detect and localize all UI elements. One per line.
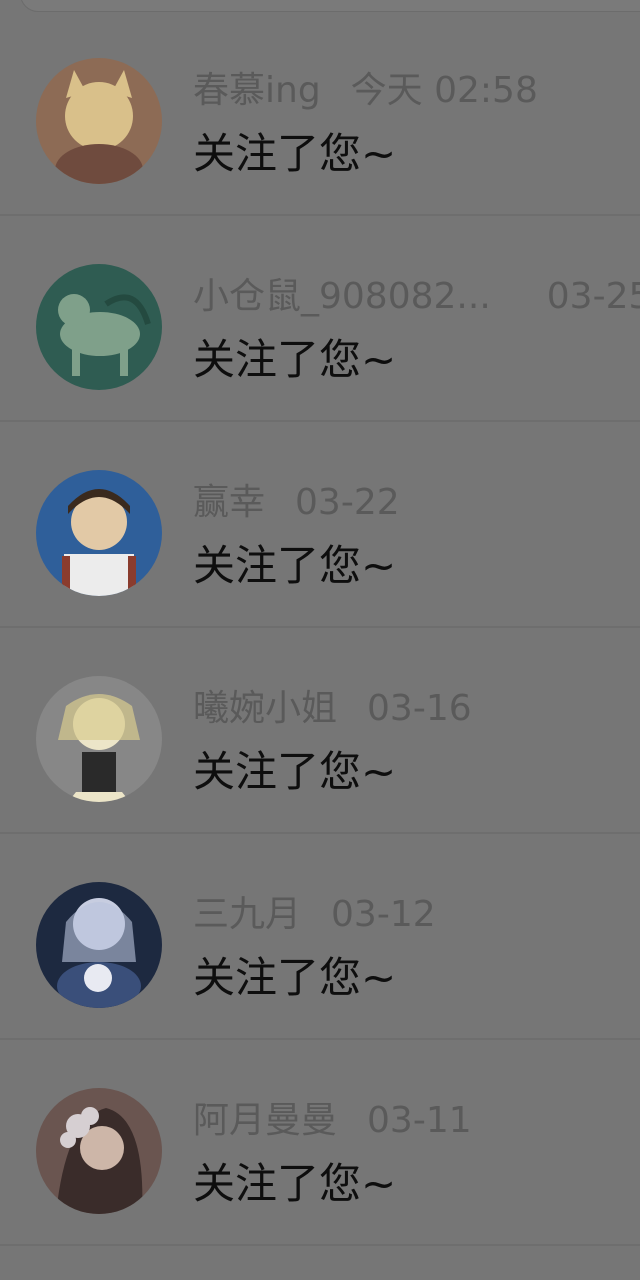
divider: [0, 1244, 640, 1246]
notification-item[interactable]: 春慕ing 今天 02:58 关注了您~: [0, 10, 640, 216]
username[interactable]: 曦婉小姐: [193, 688, 337, 729]
sketch-girl-avatar-icon[interactable]: [36, 676, 162, 802]
notification-item[interactable]: 小仓鼠_908082... 03-25 关注了您~: [0, 216, 640, 422]
notification-meta: 春慕ing 今天 02:58: [193, 68, 538, 114]
anime-girl-avatar-icon[interactable]: [36, 58, 162, 184]
timestamp: 03-22: [295, 482, 400, 523]
timestamp: 今天 02:58: [350, 70, 538, 111]
timestamp: 03-12: [331, 894, 436, 935]
anime-boy-avatar-icon[interactable]: [36, 470, 162, 596]
notification-meta: 赢幸 03-22: [193, 480, 400, 526]
notification-meta: 三九月 03-12: [193, 892, 436, 938]
follower-notification-list: 春慕ing 今天 02:58 关注了您~ 小仓鼠_908082... 03-25 关…: [0, 0, 640, 1280]
username[interactable]: 阿月曼曼: [193, 1100, 337, 1141]
timestamp: 03-25: [546, 276, 640, 317]
notification-meta: 小仓鼠_908082... 03-25: [193, 274, 640, 320]
notification-message: 关注了您~: [193, 129, 397, 178]
notification-message: 关注了您~: [193, 335, 397, 384]
green-horse-avatar-icon[interactable]: [36, 264, 162, 390]
notification-message: 关注了您~: [193, 1159, 397, 1208]
notification-item[interactable]: 曦婉小姐 03-16 关注了您~: [0, 628, 640, 834]
username[interactable]: 春慕ing: [193, 70, 321, 111]
notification-meta: 阿月曼曼 03-11: [193, 1098, 472, 1144]
username[interactable]: 三九月: [193, 894, 301, 935]
username[interactable]: 小仓鼠_908082...: [193, 276, 491, 317]
notification-message: 关注了您~: [193, 953, 397, 1002]
notification-meta: 曦婉小姐 03-16: [193, 686, 472, 732]
username[interactable]: 赢幸: [193, 482, 265, 523]
notification-item[interactable]: 三九月 03-12 关注了您~: [0, 834, 640, 1040]
notification-message: 关注了您~: [193, 541, 397, 590]
timestamp: 03-11: [367, 1100, 472, 1141]
notification-item[interactable]: 赢幸 03-22 关注了您~: [0, 422, 640, 628]
night-girl-avatar-icon[interactable]: [36, 882, 162, 1008]
flower-girl-avatar-icon[interactable]: [36, 1088, 162, 1214]
notification-message: 关注了您~: [193, 747, 397, 796]
notification-item[interactable]: 阿月曼曼 03-11 关注了您~: [0, 1040, 640, 1246]
timestamp: 03-16: [367, 688, 472, 729]
